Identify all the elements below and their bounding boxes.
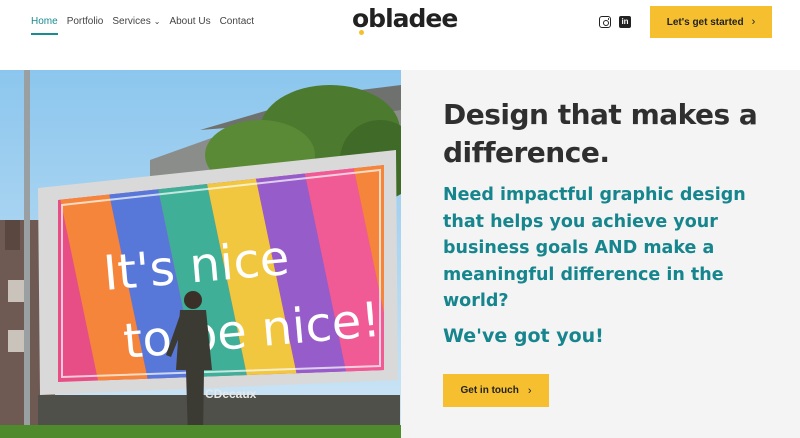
nav-portfolio[interactable]: Portfolio bbox=[67, 15, 104, 29]
billboard-illustration: It's nice to be nice! CDecaux bbox=[0, 70, 401, 438]
lets-get-started-button[interactable]: Let's get started › bbox=[650, 6, 772, 38]
nav-home-label: Home bbox=[31, 16, 58, 27]
hero-subheadline: Need impactful graphic design that helps… bbox=[443, 185, 746, 311]
hero-tagline: We've got you! bbox=[443, 325, 604, 347]
hero-headline: Design that makes a difference. bbox=[443, 98, 758, 169]
logo-dot-mark bbox=[359, 30, 364, 35]
chevron-right-icon: › bbox=[751, 16, 756, 28]
nav-contact[interactable]: Contact bbox=[220, 15, 254, 29]
chevron-down-icon: ⌄ bbox=[153, 17, 161, 26]
nav-services[interactable]: Services ⌄ bbox=[112, 15, 160, 29]
chevron-right-icon: › bbox=[527, 384, 532, 397]
nav-home[interactable]: Home bbox=[31, 15, 58, 35]
hero-billboard-photo: It's nice to be nice! CDecaux bbox=[0, 70, 401, 438]
nav-about-us[interactable]: About Us bbox=[169, 15, 210, 29]
main-nav: Home Portfolio Services ⌄ About Us Contac… bbox=[31, 15, 254, 35]
instagram-icon[interactable] bbox=[599, 16, 611, 28]
hero-content: Design that makes a difference. Need imp… bbox=[401, 70, 800, 438]
billboard-brand: CDecaux bbox=[205, 387, 257, 401]
lets-get-started-label: Let's get started bbox=[666, 16, 744, 28]
hero-section: It's nice to be nice! CDecaux Design tha… bbox=[0, 70, 800, 438]
nav-portfolio-label: Portfolio bbox=[66, 16, 104, 27]
nav-about-label: About Us bbox=[169, 16, 211, 27]
linkedin-icon[interactable]: in bbox=[619, 16, 631, 28]
nav-services-label: Services bbox=[112, 16, 151, 27]
nav-contact-label: Contact bbox=[219, 16, 255, 27]
get-in-touch-button[interactable]: Get in touch › bbox=[443, 374, 549, 407]
get-in-touch-label: Get in touch bbox=[460, 385, 519, 396]
site-logo[interactable]: obladee bbox=[352, 4, 458, 33]
site-header: Home Portfolio Services ⌄ About Us Contac… bbox=[0, 0, 800, 70]
